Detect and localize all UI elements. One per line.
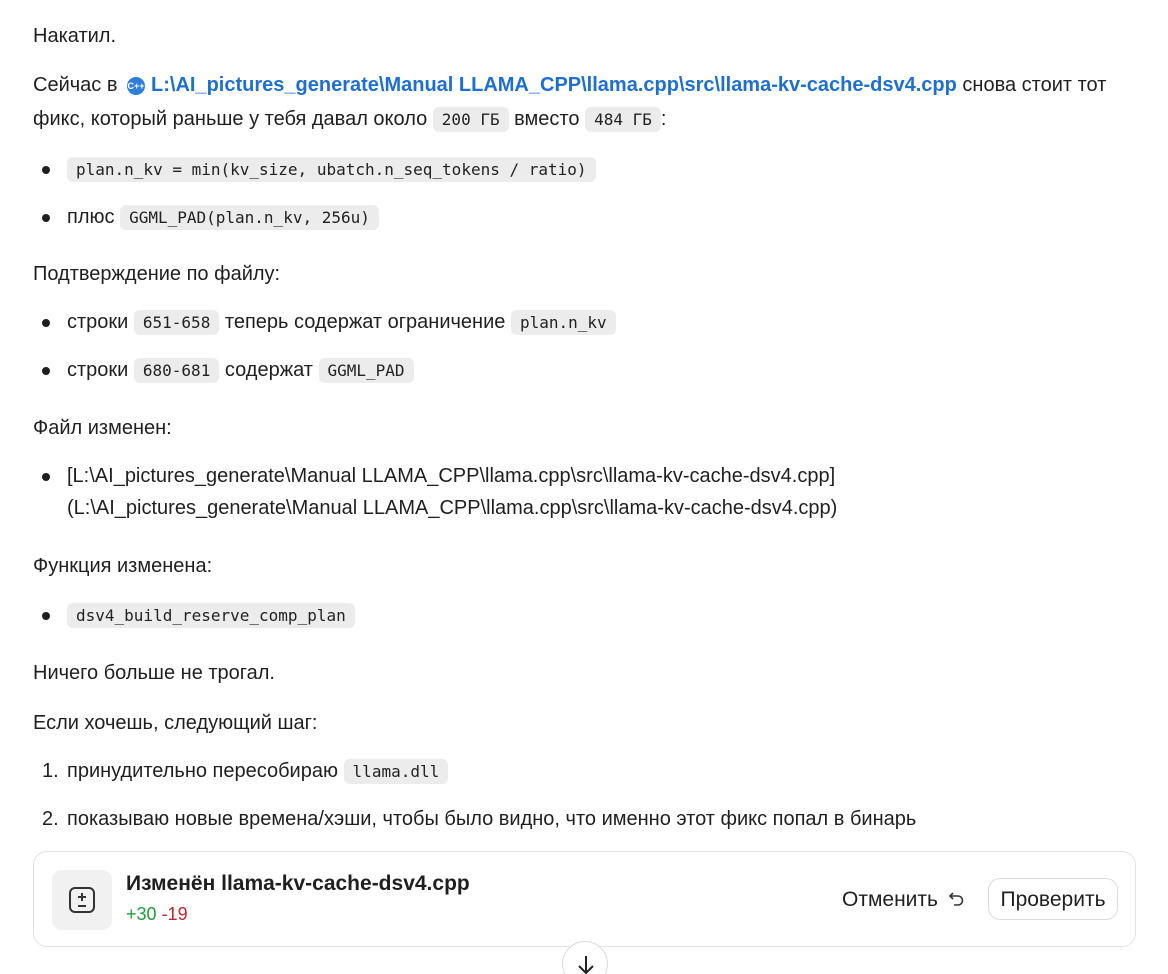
list-item: plan.n_kv = min(kv_size, ubatch.n_seq_to…	[33, 153, 1133, 186]
inline-code: 484 ГБ	[585, 107, 661, 132]
list-item: dsv4_build_reserve_comp_plan	[33, 599, 1133, 632]
review-button[interactable]: Проверить	[988, 878, 1118, 920]
inline-code: 651-658	[133, 310, 220, 335]
diff-icon	[52, 870, 112, 930]
bullet-list: dsv4_build_reserve_comp_plan	[33, 599, 1133, 632]
additions-count: +30	[126, 904, 157, 924]
bullet-list: plan.n_kv = min(kv_size, ubatch.n_seq_to…	[33, 153, 1133, 234]
card-title: Изменён llama-kv-cache-dsv4.cpp	[126, 872, 470, 895]
bullet-list: строки 651-658 теперь содержат ограничен…	[33, 306, 1133, 387]
undo-button[interactable]: Отменить	[842, 888, 966, 912]
inline-code: plan.n_kv = min(kv_size, ubatch.n_seq_to…	[67, 157, 596, 182]
undo-icon	[948, 892, 964, 906]
file-link-text: (L:\AI_pictures_generate\Manual LLAMA_CP…	[67, 497, 838, 519]
message-paragraph: Сейчас в C++ L:\AI_pictures_generate\Manu…	[33, 74, 1107, 132]
list-item: строки 651-658 теперь содержат ограничен…	[33, 306, 1133, 339]
bullet-list: [L:\AI_pictures_generate\Manual LLAMA_CP…	[33, 460, 1133, 524]
inline-code: llama.dll	[343, 759, 449, 784]
inline-code: GGML_PAD	[318, 358, 414, 383]
list-item: плюс GGML_PAD(plan.n_kv, 256u)	[33, 201, 1133, 234]
list-item: 2. показываю новые времена/хэши, чтобы б…	[42, 808, 917, 830]
cpp-file-icon: C++	[127, 77, 146, 95]
message-paragraph: Файл изменен:	[33, 417, 172, 439]
inline-code: 680-681	[133, 358, 220, 383]
inline-code: dsv4_build_reserve_comp_plan	[67, 603, 355, 628]
file-link[interactable]: L:\AI_pictures_generate\Manual LLAMA_CPP…	[151, 74, 957, 96]
message-paragraph: Если хочешь, следующий шаг:	[33, 712, 318, 734]
list-item: 1. принудительно пересобираю llama.dll	[33, 755, 1133, 788]
message-paragraph: Ничего больше не трогал.	[33, 662, 275, 684]
diff-stats: +30 -19	[126, 904, 188, 925]
inline-code: plan.n_kv	[510, 310, 616, 335]
message-paragraph: Подтверждение по файлу:	[33, 263, 281, 285]
message-paragraph: Накатил.	[33, 25, 116, 47]
file-change-card: Изменён llama-kv-cache-dsv4.cpp +30 -19 …	[33, 851, 1136, 947]
list-item: строки 680-681 содержат GGML_PAD	[33, 354, 1133, 387]
file-link-text: [L:\AI_pictures_generate\Manual LLAMA_CP…	[67, 465, 836, 487]
inline-code: GGML_PAD(plan.n_kv, 256u)	[120, 205, 379, 230]
deletions-count: -19	[161, 904, 188, 924]
inline-code: 200 ГБ	[432, 107, 509, 132]
message-paragraph: Функция изменена:	[33, 555, 213, 577]
arrow-down-icon	[578, 956, 594, 974]
numbered-list: 1. принудительно пересобираю llama.dll 2…	[33, 755, 1133, 835]
list-item: [L:\AI_pictures_generate\Manual LLAMA_CP…	[33, 460, 1133, 524]
